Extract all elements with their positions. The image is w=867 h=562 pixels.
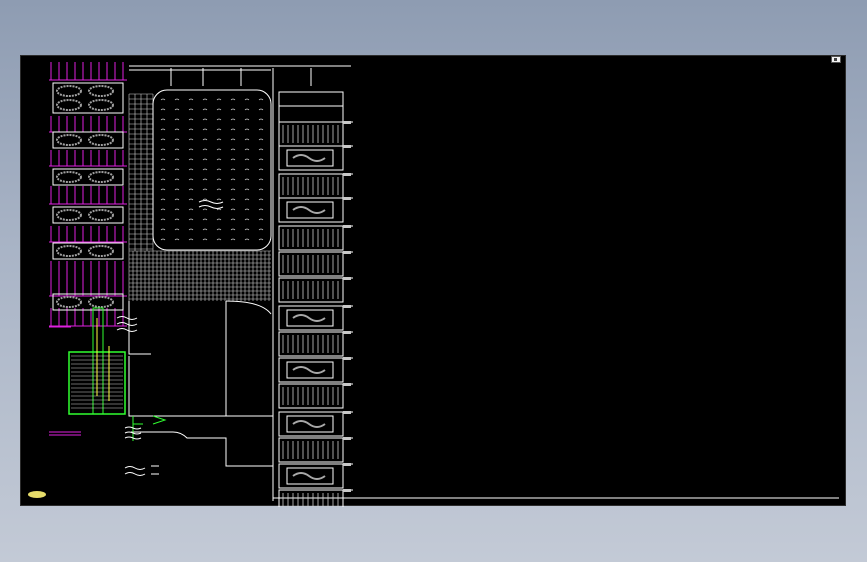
- cursor-marker: [28, 491, 46, 498]
- right-planter-column: [278, 91, 353, 507]
- stair-and-annotations: [68, 307, 167, 476]
- ucs-icon[interactable]: [831, 56, 841, 63]
- cad-drawing: [49, 62, 839, 507]
- drawing-viewport[interactable]: [20, 55, 846, 507]
- parking-stall-lines: [49, 62, 127, 436]
- planter-tree-boxes: [52, 82, 124, 311]
- plaza-pattern-area: [152, 89, 272, 251]
